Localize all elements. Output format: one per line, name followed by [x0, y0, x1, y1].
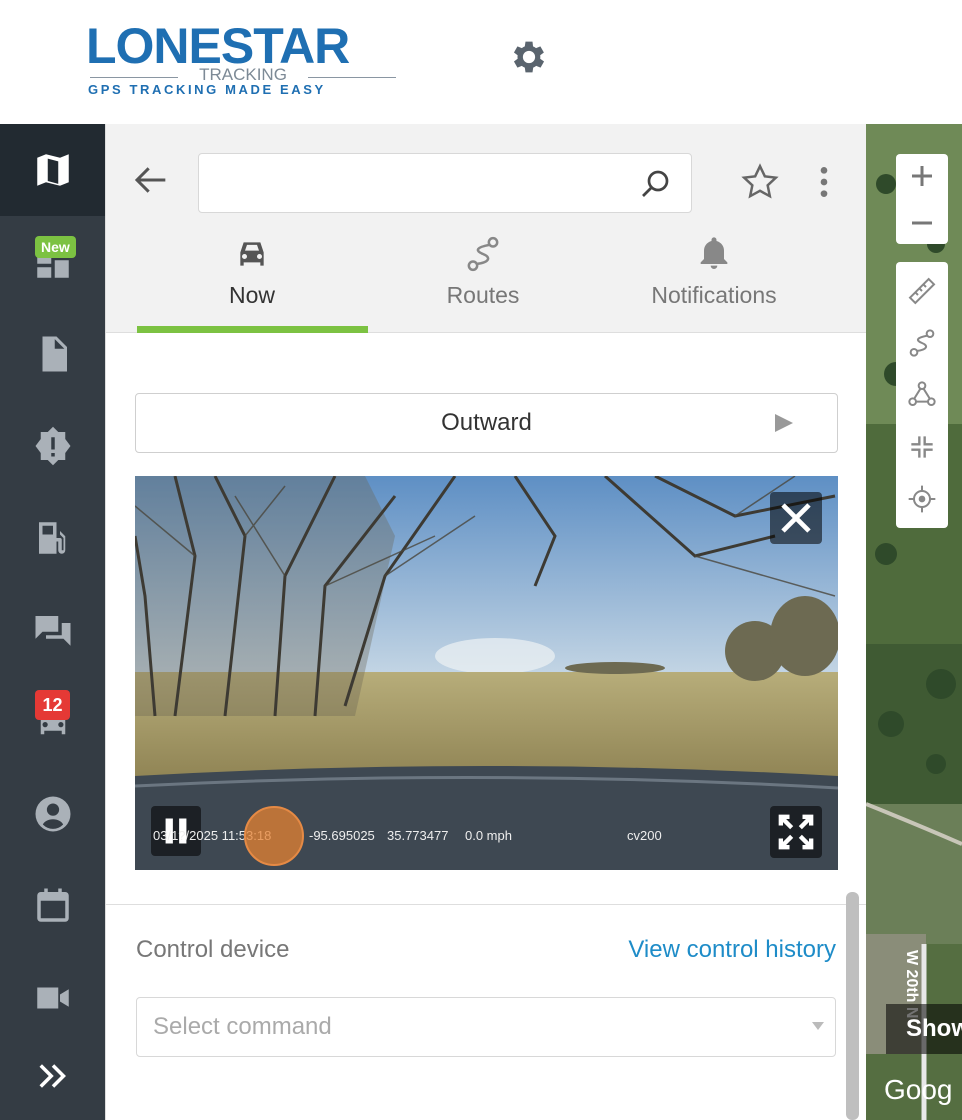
- command-select-placeholder: Select command: [153, 1013, 332, 1040]
- search-icon[interactable]: [637, 166, 673, 202]
- outward-label: Outward: [441, 409, 532, 436]
- nav-alerts[interactable]: [0, 400, 105, 492]
- cluster-icon: [908, 381, 936, 406]
- calendar-icon: [36, 888, 69, 922]
- route-tool[interactable]: [896, 318, 948, 368]
- map-show-button[interactable]: Show: [886, 1004, 962, 1054]
- section-divider: [106, 904, 866, 905]
- nav-dashboard[interactable]: [0, 216, 105, 308]
- overlay-speed: 0.0 mph: [465, 828, 512, 843]
- locate-tool[interactable]: [896, 474, 948, 524]
- close-video-button[interactable]: [770, 492, 822, 544]
- more-vertical-icon[interactable]: [812, 162, 836, 202]
- search-input[interactable]: [199, 154, 619, 210]
- nav-video[interactable]: [0, 952, 105, 1044]
- video-player[interactable]: 03/1?/2025 11:53:18 -95.695025 35.773477…: [135, 476, 838, 870]
- chevron-down-icon: [812, 1022, 824, 1030]
- left-sidebar: New 12: [0, 124, 105, 1120]
- map-view[interactable]: W 20th N Show Goog: [866, 124, 962, 1120]
- cluster-tool[interactable]: [896, 370, 948, 420]
- nav-messages[interactable]: [0, 584, 105, 676]
- panel-scrollbar[interactable]: [846, 892, 859, 1120]
- close-icon: [781, 503, 811, 533]
- video-icon: [36, 987, 69, 1009]
- star-icon[interactable]: [740, 162, 780, 202]
- control-device-label: Control device: [136, 936, 290, 963]
- video-frame: [135, 476, 838, 870]
- ruler-tool[interactable]: [896, 266, 948, 316]
- route-icon: [467, 236, 499, 272]
- route-icon: [909, 329, 935, 357]
- fullscreen-icon: [778, 814, 814, 850]
- overlay-longitude: -95.695025: [309, 828, 375, 843]
- overlay-latitude: 35.773477: [387, 828, 449, 843]
- app-header: LONESTAR TRACKING GPS TRACKING MADE EASY: [0, 0, 962, 124]
- search-box: [198, 153, 692, 213]
- outward-camera-button[interactable]: Outward: [135, 393, 838, 453]
- map-zoom-control: [896, 154, 948, 244]
- new-badge: New: [35, 236, 76, 258]
- nav-reports[interactable]: [0, 308, 105, 400]
- nav-fuel[interactable]: [0, 492, 105, 584]
- tab-routes[interactable]: Routes: [368, 224, 598, 333]
- collapse-icon: [911, 436, 933, 458]
- zoom-in-icon[interactable]: [896, 154, 948, 199]
- tab-routes-label: Routes: [446, 282, 520, 308]
- active-tab-indicator: [137, 326, 368, 333]
- google-logo: Goog: [884, 1074, 953, 1105]
- tab-now-label: Now: [228, 282, 275, 308]
- fullscreen-button[interactable]: [770, 806, 822, 858]
- signal-icon: [796, 334, 825, 352]
- video-scrubber-handle[interactable]: [244, 806, 304, 866]
- nav-expand[interactable]: [0, 1032, 105, 1120]
- chat-icon: [35, 616, 70, 646]
- back-arrow-icon[interactable]: [132, 160, 172, 200]
- alert-icon: [35, 426, 70, 466]
- lonestar-logo[interactable]: LONESTAR TRACKING GPS TRACKING MADE EASY: [86, 20, 404, 100]
- view-control-history-link[interactable]: View control history: [628, 936, 836, 964]
- logo-tagline: GPS TRACKING MADE EASY: [88, 82, 326, 97]
- play-icon[interactable]: [773, 412, 795, 434]
- overlay-device: cv200: [627, 828, 662, 843]
- collapse-tool[interactable]: [896, 422, 948, 472]
- tab-notifications[interactable]: Notifications: [599, 224, 829, 333]
- map-tools: [896, 262, 948, 528]
- bell-icon: [700, 237, 728, 269]
- crosshair-icon: [908, 485, 936, 513]
- tab-notifications-label: Notifications: [651, 282, 777, 308]
- gear-icon[interactable]: [508, 36, 550, 78]
- command-select[interactable]: Select command: [136, 997, 836, 1057]
- nav-schedule[interactable]: [0, 860, 105, 952]
- ruler-icon: [908, 277, 936, 305]
- nav-users[interactable]: [0, 768, 105, 860]
- nav-map[interactable]: [0, 124, 105, 216]
- double-chevron-icon: [39, 1064, 66, 1088]
- vehicles-count-badge: 12: [35, 690, 70, 720]
- map-icon: [36, 154, 69, 186]
- zoom-out-icon[interactable]: [896, 199, 948, 244]
- main-panel: Now Routes Notifications Video cameras O…: [105, 124, 866, 1120]
- document-icon: [42, 336, 67, 372]
- panel-header: Now Routes Notifications: [106, 124, 866, 333]
- fuel-icon: [38, 522, 65, 554]
- car-icon: [240, 242, 264, 266]
- tab-now[interactable]: Now: [137, 224, 367, 333]
- user-icon: [35, 796, 70, 832]
